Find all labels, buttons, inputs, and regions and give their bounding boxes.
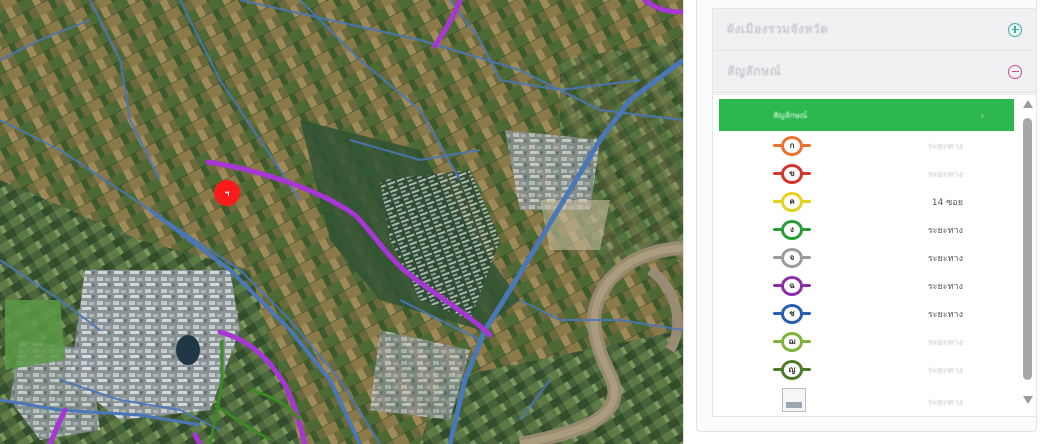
legend-badge: ค [781,192,803,212]
minus-circle-icon[interactable] [1008,64,1022,79]
scrollbar-thumb[interactable] [1023,118,1032,380]
legend-value: ระยะทาง [927,338,963,348]
legend-badge: ญ [781,360,803,380]
accordion-header-city-plan[interactable]: ผังเมืองรวมจังหวัด [712,8,1037,51]
legend-value: ระยะทาง [927,142,963,152]
legend-badge: ช [781,304,803,324]
legend-value: ระยะทาง [927,170,963,180]
legend-row[interactable]: ค 14 ซอย [719,188,1014,216]
scroll-up-arrow-icon[interactable] [1023,100,1033,108]
accordion-title-city-plan: ผังเมืองรวมจังหวัด [727,22,829,36]
legend-value: ระยะทาง [927,282,963,292]
legend-badge: ข [781,164,803,184]
legend-row[interactable]: ญ ระยะทาง [719,356,1014,384]
accordion-title-legend: สัญลักษณ์ [727,64,782,78]
legend-value: ระยะทาง [927,254,963,264]
legend-value: ระยะทาง [927,310,963,320]
legend-value: ระยะทาง [927,366,963,376]
legend-value: 14 ซอย [931,198,963,208]
legend-row[interactable]: ข ระยะทาง [719,160,1014,188]
legend-row[interactable]: ช ระยะทาง [719,300,1014,328]
legend-row[interactable]: ฉ ระยะทาง [719,272,1014,300]
legend-badge: ฌ [781,332,803,352]
legend-row[interactable]: ก ระยะทาง [719,132,1014,160]
legend-row[interactable]: ง ระยะทาง [719,216,1014,244]
legend-value: ระยะทาง [927,226,963,236]
legend-header-left: สัญลักษณ์ [773,110,808,120]
legend-badge: ฉ [781,276,803,296]
scroll-down-arrow-icon[interactable] [1023,396,1033,404]
legend-header-right: › [980,110,984,120]
plus-circle-icon[interactable] [1008,22,1022,37]
legend-row[interactable]: จ ระยะทาง [719,244,1014,272]
legend-badge: จ [781,248,803,268]
map-svg [0,0,683,444]
accordion-header-legend[interactable]: สัญลักษณ์ [712,50,1037,93]
legend-badge: ง [781,220,803,240]
legend-badge: ก [781,136,803,156]
legend-image-icon [782,388,806,412]
legend-value: ระยะทาง [927,398,963,408]
marker-label: ฯ [224,188,230,198]
map-canvas[interactable]: ฯ [0,0,683,444]
legend-header[interactable]: สัญลักษณ์ › [719,99,1014,131]
legend-row[interactable]: ฌ ระยะทาง [719,328,1014,356]
location-marker[interactable]: ฯ [214,180,240,206]
